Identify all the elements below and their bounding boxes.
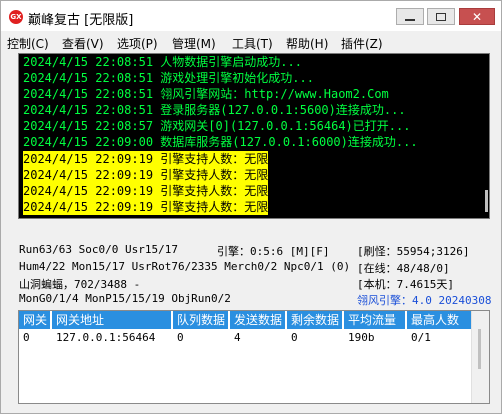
monster-refresh: [刷怪：55954;3126]: [357, 245, 470, 258]
column-header-remaining[interactable]: 剩余数据: [287, 311, 343, 329]
menu-options[interactable]: 选项(P): [117, 35, 158, 52]
cell-address: 127.0.0.1:56464: [56, 331, 156, 344]
log-line-highlight: 2024/4/15 22:09:19 引擎支持人数：无限: [23, 199, 269, 215]
menu-tools[interactable]: 工具(T): [232, 35, 273, 52]
human-stats: Hum4/22 Mon15/17 UsrRot76/2335 Merch0/2 …: [19, 260, 351, 273]
run-stats: Run63/63 Soc0/0 Usr15/17: [19, 243, 178, 256]
cell-remaining: 0: [291, 331, 298, 344]
column-header-sent[interactable]: 发送数据: [230, 311, 286, 329]
log-console[interactable]: 2024/4/15 22:08:51 人物数据引擎启动成功... 2024/4/…: [18, 53, 490, 219]
log-line: 2024/4/15 22:08:57 游戏网关[0](127.0.0.1:564…: [23, 119, 411, 133]
minimize-icon: [405, 18, 415, 21]
close-button[interactable]: ✕: [459, 8, 495, 25]
column-header-queue[interactable]: 队列数据: [173, 311, 229, 329]
log-line-highlight: 2024/4/15 22:09:19 引擎支持人数：无限: [23, 151, 269, 167]
close-icon: ✕: [471, 9, 483, 24]
maximize-button[interactable]: [427, 8, 455, 25]
engine-version: 翎风引擎：4.0 20240308: [357, 294, 492, 307]
cell-max-users: 0/1: [411, 331, 431, 344]
column-header-gateway[interactable]: 网关: [19, 311, 51, 329]
app-logo-icon: GX: [9, 10, 23, 24]
log-line-highlight: 2024/4/15 22:09:19 引擎支持人数：无限: [23, 183, 269, 199]
engine-time: 引擎：0:5:6 [M][F]: [217, 245, 330, 258]
cell-sent: 4: [234, 331, 241, 344]
menu-control[interactable]: 控制(C): [7, 35, 49, 52]
log-scrollbar[interactable]: [472, 54, 489, 218]
column-header-max-users[interactable]: 最高人数: [407, 311, 473, 329]
menu-help[interactable]: 帮助(H): [286, 35, 328, 52]
maximize-icon: [436, 12, 446, 21]
menu-bar: 控制(C) 查看(V) 选项(P) 管理(M) 工具(T) 帮助(H) 插件(Z…: [1, 32, 501, 52]
log-scrollbar-thumb[interactable]: [485, 190, 488, 212]
minimize-button[interactable]: [396, 8, 424, 25]
column-header-address[interactable]: 网关地址: [52, 311, 172, 329]
uptime: [本机：7.4615天]: [357, 278, 454, 291]
log-line: 2024/4/15 22:08:51 登录服务器(127.0.0.1:5600)…: [23, 103, 406, 117]
gateway-table: 网关 网关地址 队列数据 发送数据 剩余数据 平均流量 最高人数 0 127.0…: [18, 310, 490, 404]
window-title: 巅峰复古 [无限版]: [28, 13, 134, 28]
table-scrollbar[interactable]: [471, 311, 489, 403]
monster-gen-stats: MonG0/1/4 MonP15/15/19 ObjRun0/2: [19, 292, 231, 305]
menu-view[interactable]: 查看(V): [62, 35, 104, 52]
menu-manage[interactable]: 管理(M): [172, 35, 216, 52]
table-scrollbar-thumb[interactable]: [478, 329, 481, 369]
online-count: [在线：48/48/0]: [357, 262, 450, 275]
cell-avg-flow: 190b: [348, 331, 375, 344]
map-monster-info: 山洞蝙蝠，702/3488 -: [19, 278, 141, 291]
log-line: 2024/4/15 22:08:51 人物数据引擎启动成功...: [23, 55, 302, 69]
log-line: 2024/4/15 22:08:51 翎风引擎网站：http://www.Hao…: [23, 87, 389, 101]
log-line-highlight: 2024/4/15 22:09:19 引擎支持人数：无限: [23, 167, 269, 183]
log-line: 2024/4/15 22:09:00 数据库服务器(127.0.0.1:6000…: [23, 135, 418, 149]
title-bar[interactable]: GX 巅峰复古 [无限版] ✕: [1, 1, 501, 31]
main-window: GX 巅峰复古 [无限版] ✕ 控制(C) 查看(V) 选项(P) 管理(M) …: [0, 0, 502, 414]
column-header-avg-flow[interactable]: 平均流量: [344, 311, 406, 329]
menu-plugins[interactable]: 插件(Z): [341, 35, 383, 52]
cell-queue: 0: [177, 331, 184, 344]
cell-gateway: 0: [23, 331, 30, 344]
log-line: 2024/4/15 22:08:51 游戏处理引擎初始化成功...: [23, 71, 314, 85]
